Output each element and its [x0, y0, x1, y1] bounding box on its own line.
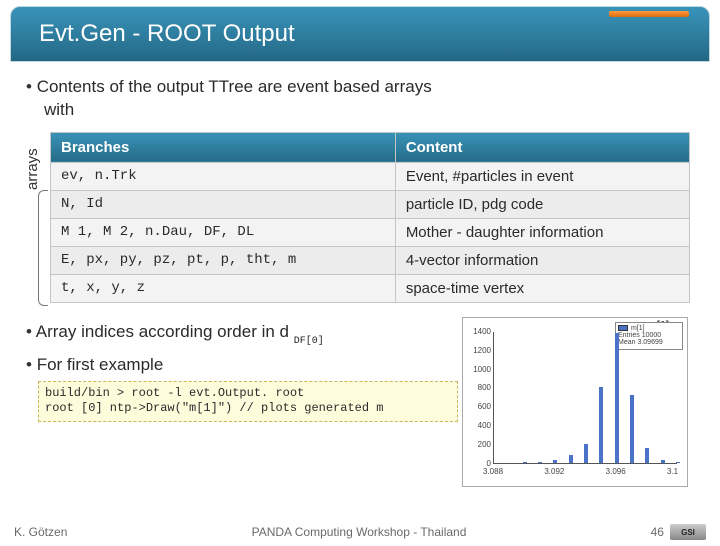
title-accent: [609, 11, 689, 17]
footer-venue: PANDA Computing Workshop - Thailand: [252, 525, 467, 539]
intro-bullet: Contents of the output TTree are event b…: [26, 76, 694, 122]
slide-title-bar: Evt.Gen - ROOT Output: [10, 6, 710, 62]
table-row: ev, n.TrkEvent, #particles in event: [51, 162, 690, 190]
code-line: root [0] ntp->Draw("m[1]") // plots gene…: [45, 401, 451, 417]
col-branches: Branches: [51, 132, 396, 162]
table-row: M 1, M 2, n.Dau, DF, DLMother - daughter…: [51, 218, 690, 246]
table-header-row: Branches Content: [51, 132, 690, 162]
gsi-logo: GSI: [670, 524, 706, 540]
lower-block: Array indices according order in d DF[0]…: [26, 321, 694, 404]
arrays-label: arrays: [24, 148, 41, 190]
slide-footer: K. Götzen PANDA Computing Workshop - Tha…: [0, 524, 720, 540]
col-content: Content: [395, 132, 689, 162]
footer-author: K. Götzen: [14, 525, 67, 539]
chart-plot-area: [493, 332, 677, 464]
arrays-brace: [38, 190, 48, 306]
slide-body: Contents of the output TTree are event b…: [0, 62, 720, 404]
footer-page: 46: [651, 525, 664, 539]
df0-annotation: DF[0]: [294, 336, 324, 347]
mass-histogram: m[1] m[1] Entries 10000 Mean 3.09699 020…: [462, 317, 688, 487]
slide-title: Evt.Gen - ROOT Output: [11, 20, 295, 48]
table-row: t, x, y, zspace-time vertex: [51, 274, 690, 302]
code-line: build/bin > root -l evt.Output. root: [45, 386, 451, 402]
branches-table-wrap: arrays Branches Content ev, n.TrkEvent, …: [50, 132, 694, 303]
table-row: N, Idparticle ID, pdg code: [51, 190, 690, 218]
root-code-box: build/bin > root -l evt.Output. root roo…: [38, 381, 458, 422]
table-row: E, px, py, pz, pt, p, tht, m4-vector inf…: [51, 246, 690, 274]
branches-table: Branches Content ev, n.TrkEvent, #partic…: [50, 132, 690, 303]
